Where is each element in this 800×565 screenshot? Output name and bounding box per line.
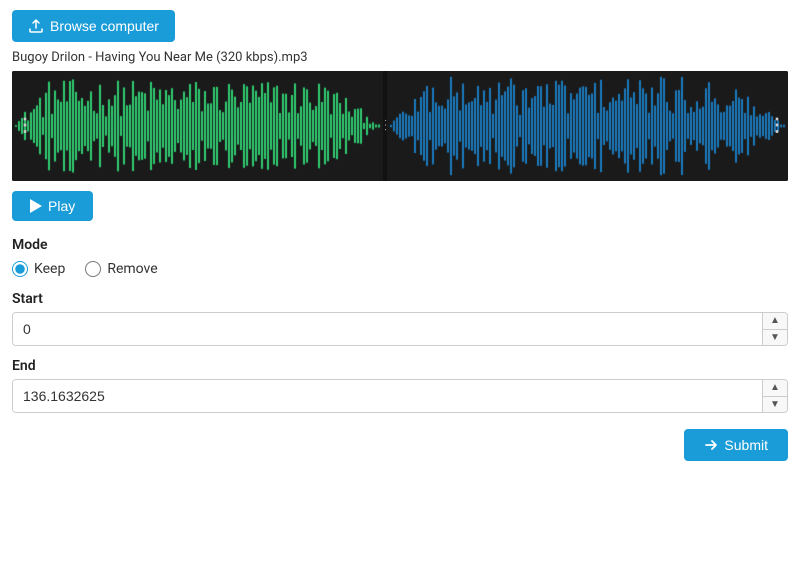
- waveform-selected-region: ⋮: [12, 71, 383, 181]
- end-label: End: [12, 358, 788, 374]
- waveform-unselected-region: ⋮: [387, 71, 788, 181]
- mode-remove-radio[interactable]: [85, 261, 101, 277]
- mode-remove-option[interactable]: Remove: [85, 261, 157, 277]
- play-button-label: Play: [48, 198, 75, 214]
- browse-button-label: Browse computer: [50, 18, 159, 34]
- start-field-group: Start ▲ ▼: [12, 291, 788, 346]
- start-spinner-buttons: ▲ ▼: [762, 313, 787, 345]
- unselected-waveform-canvas: [387, 71, 788, 181]
- mode-keep-label: Keep: [34, 261, 65, 277]
- submit-button[interactable]: Submit: [684, 429, 788, 461]
- upload-icon: [28, 18, 44, 34]
- mode-keep-radio[interactable]: [12, 261, 28, 277]
- start-decrement-button[interactable]: ▼: [763, 330, 787, 346]
- waveform-display: ⋮ ⋮: [12, 71, 788, 181]
- end-input[interactable]: [13, 380, 762, 412]
- submit-row: Submit: [12, 429, 788, 461]
- arrow-right-icon: [704, 438, 718, 452]
- end-increment-button[interactable]: ▲: [763, 380, 787, 397]
- mode-remove-label: Remove: [107, 261, 157, 277]
- end-field-group: End ▲ ▼: [12, 358, 788, 413]
- selected-waveform-canvas: [12, 71, 383, 181]
- play-button[interactable]: Play: [12, 191, 93, 221]
- play-icon: [30, 199, 42, 213]
- end-spinner-buttons: ▲ ▼: [762, 380, 787, 412]
- waveform-divider: [383, 71, 387, 181]
- start-input-wrapper: ▲ ▼: [12, 312, 788, 346]
- mode-label: Mode: [12, 237, 788, 253]
- mode-section: Mode Keep Remove: [12, 237, 788, 277]
- mode-radio-group: Keep Remove: [12, 261, 788, 277]
- start-increment-button[interactable]: ▲: [763, 313, 787, 330]
- end-decrement-button[interactable]: ▼: [763, 397, 787, 413]
- end-input-wrapper: ▲ ▼: [12, 379, 788, 413]
- start-label: Start: [12, 291, 788, 307]
- browse-computer-button[interactable]: Browse computer: [12, 10, 175, 42]
- file-name: Bugoy Drilon - Having You Near Me (320 k…: [12, 50, 788, 65]
- start-input[interactable]: [13, 313, 762, 345]
- submit-button-label: Submit: [724, 437, 768, 453]
- mode-keep-option[interactable]: Keep: [12, 261, 65, 277]
